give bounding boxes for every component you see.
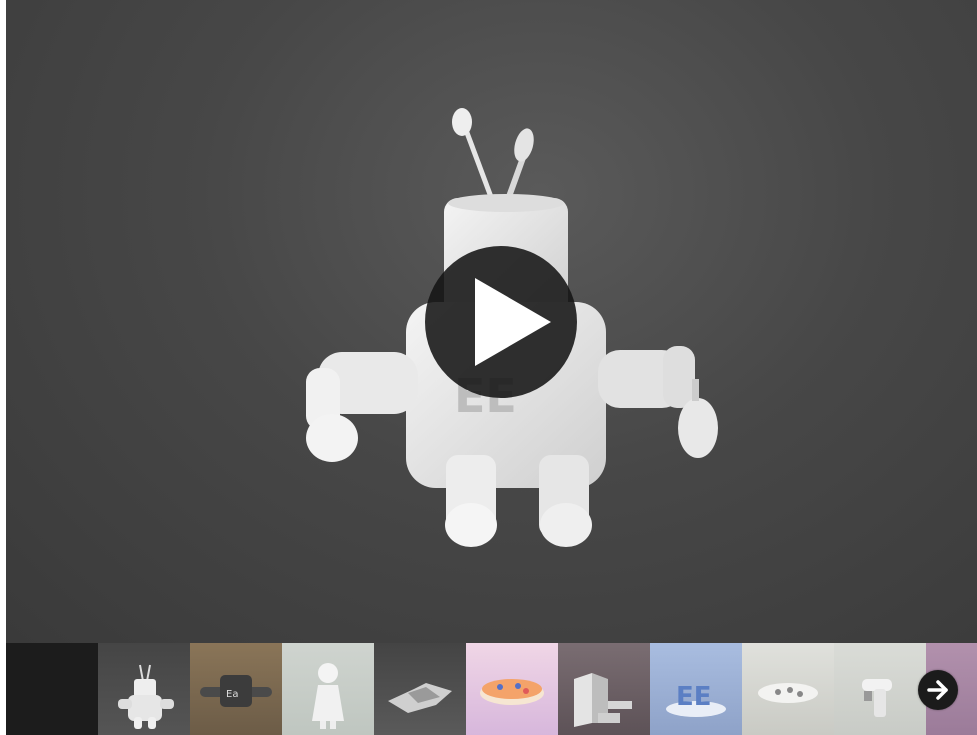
thumbnail-blank[interactable]	[6, 643, 98, 735]
next-thumbnails-button[interactable]	[918, 670, 958, 710]
thumbnail-doll[interactable]	[282, 643, 374, 735]
play-button[interactable]	[425, 246, 577, 398]
stairs-thumbnail-icon	[574, 673, 632, 727]
doll-thumbnail-icon	[312, 663, 344, 729]
robot-thumbnail-icon	[118, 664, 174, 729]
thumbnail-device[interactable]: Ea	[190, 643, 282, 735]
svg-text:EE: EE	[676, 682, 712, 712]
thumbnail-strip[interactable]: Ea EE	[6, 643, 977, 735]
device-thumbnail-icon: Ea	[200, 675, 272, 707]
model-viewer[interactable]: EE	[6, 0, 977, 643]
thumbnail-faucet[interactable]	[834, 643, 926, 735]
svg-text:Ea: Ea	[226, 689, 238, 700]
thumbnail-letters[interactable]: EE	[650, 643, 742, 735]
disc-thumbnail-icon	[758, 683, 818, 703]
thumbnail-disc[interactable]	[742, 643, 834, 735]
star-shape-thumbnail-icon	[388, 683, 452, 713]
cake-thumbnail-icon	[480, 679, 544, 705]
faucet-thumbnail-icon	[862, 679, 892, 717]
letters-thumbnail-icon: EE	[666, 682, 726, 717]
play-icon	[475, 278, 551, 366]
thumbnail-robot[interactable]	[98, 643, 190, 735]
thumbnail-star-shape[interactable]	[374, 643, 466, 735]
thumbnail-cake[interactable]	[466, 643, 558, 735]
thumbnail-stairs[interactable]	[558, 643, 650, 735]
arrow-right-icon	[927, 680, 948, 700]
